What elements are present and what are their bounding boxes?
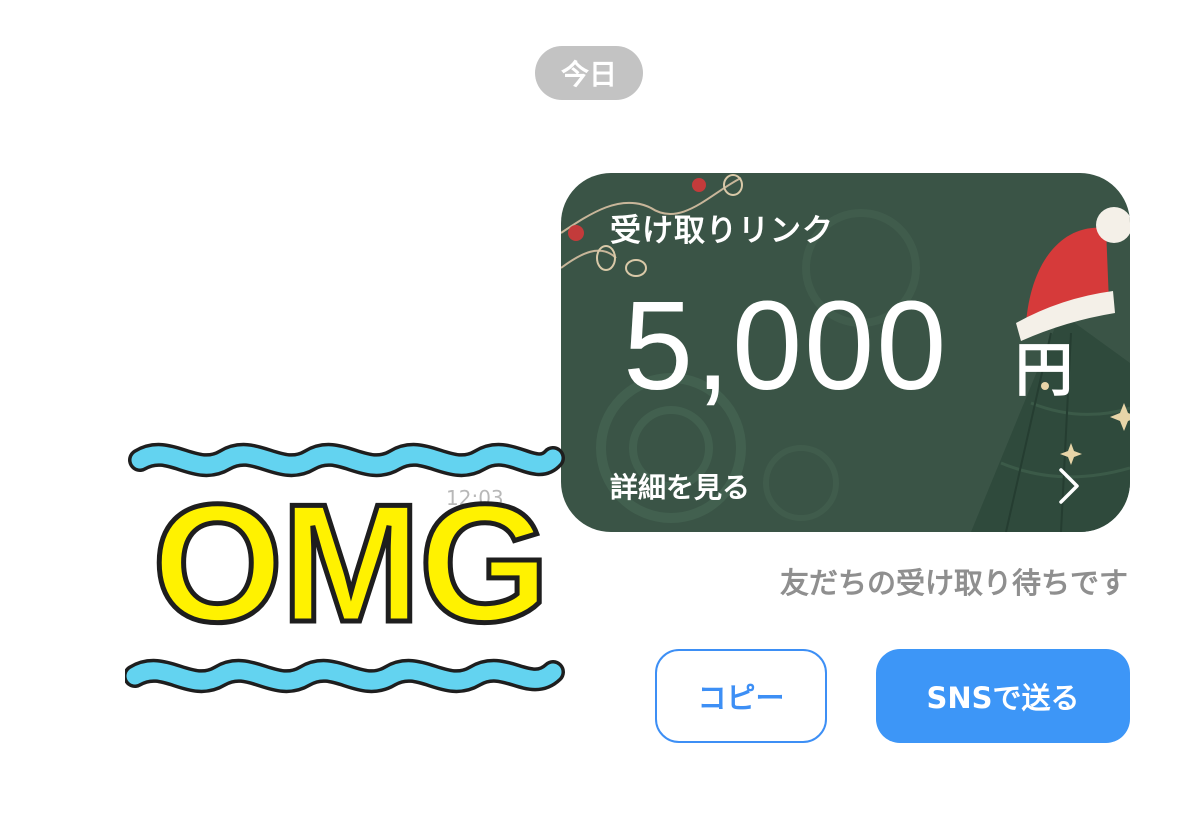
gift-card-currency: 円 (1015, 336, 1074, 404)
date-separator: 今日 (535, 46, 643, 100)
chevron-right-icon[interactable] (1057, 466, 1083, 506)
chat-page: 今日 受け取りリンク 5,000 円 詳細を見る 12:03 OMG 友だちの受… (0, 0, 1179, 816)
view-details-link[interactable]: 詳細を見る (610, 466, 750, 506)
status-text: 友だちの受け取り待ちです (779, 566, 1128, 600)
share-sns-button[interactable]: SNSで送る (876, 649, 1130, 743)
gift-card[interactable]: 受け取りリンク 5,000 円 詳細を見る (561, 173, 1130, 532)
gift-card-amount: 5,000 (623, 275, 949, 416)
gift-card-title: 受け取りリンク (610, 213, 834, 249)
omg-sticker: OMG (125, 428, 565, 698)
sticker-text: OMG (150, 467, 552, 660)
copy-button[interactable]: コピー (655, 649, 827, 743)
